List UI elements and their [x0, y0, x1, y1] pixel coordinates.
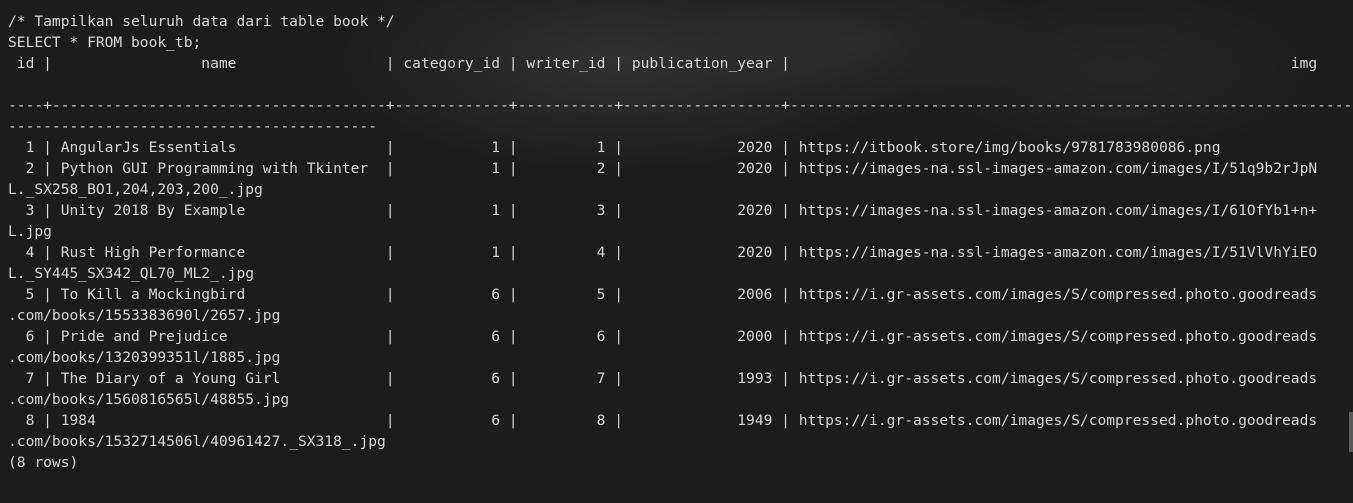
- table-row-wrap: .com/books/1320399351l/1885.jpg: [8, 349, 281, 366]
- table-row: 7 | The Diary of a Young Girl | 6 | 7 | …: [8, 370, 1318, 387]
- table-separator: ----+-----------------------------------…: [8, 97, 1353, 114]
- table-row-wrap: L._SY445_SX342_QL70_ML2_.jpg: [8, 265, 255, 282]
- sql-query-line: SELECT * FROM book_tb;: [8, 34, 202, 51]
- table-row-wrap: .com/books/1532714506l/40961427._SX318_.…: [8, 433, 386, 450]
- table-row: 1 | AngularJs Essentials | 1 | 1 | 2020 …: [8, 139, 1221, 156]
- table-row: 5 | To Kill a Mockingbird | 6 | 5 | 2006…: [8, 286, 1318, 303]
- terminal-output: /* Tampilkan seluruh data dari table boo…: [8, 11, 1353, 473]
- table-row: 6 | Pride and Prejudice | 6 | 6 | 2000 |…: [8, 328, 1318, 345]
- table-row-wrap: .com/books/1553383690l/2657.jpg: [8, 307, 281, 324]
- table-row: 2 | Python GUI Programming with Tkinter …: [8, 160, 1318, 177]
- table-row: 4 | Rust High Performance | 1 | 4 | 2020…: [8, 244, 1318, 261]
- table-row-wrap: .com/books/1560816565l/48855.jpg: [8, 391, 290, 408]
- table-row: 8 | 1984 | 6 | 8 | 1949 | https://i.gr-a…: [8, 412, 1318, 429]
- row-count-footer: (8 rows): [8, 454, 79, 471]
- table-header-row: id | name | category_id | writer_id | pu…: [8, 55, 1318, 72]
- table-row-wrap: L._SX258_BO1,204,203,200_.jpg: [8, 181, 263, 198]
- terminal-window[interactable]: /* Tampilkan seluruh data dari table boo…: [0, 0, 1353, 503]
- table-row: 3 | Unity 2018 By Example | 1 | 3 | 2020…: [8, 202, 1318, 219]
- table-row-wrap: L.jpg: [8, 223, 52, 240]
- table-separator-wrap: ----------------------------------------…: [8, 118, 378, 135]
- scrollbar-thumb[interactable]: [1349, 412, 1353, 452]
- sql-comment-line: /* Tampilkan seluruh data dari table boo…: [8, 13, 395, 30]
